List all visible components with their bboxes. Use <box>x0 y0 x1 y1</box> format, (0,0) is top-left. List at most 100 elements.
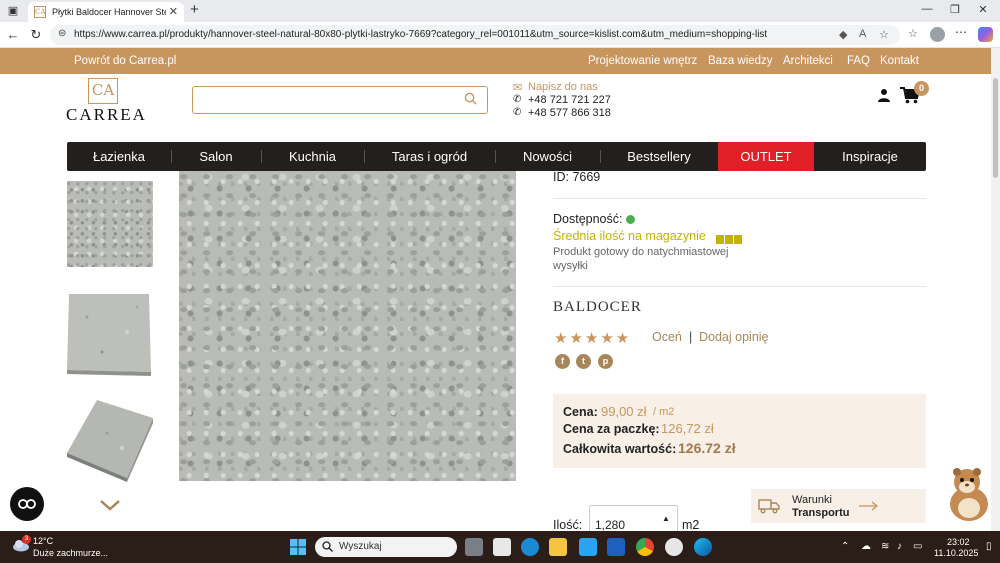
cart-count-badge: 0 <box>914 81 929 96</box>
rating-stars-icon[interactable]: ★★★★★ <box>554 329 631 347</box>
nav-new[interactable]: Nowości <box>495 142 600 171</box>
nav-terrace-garden[interactable]: Taras i ogród <box>364 142 495 171</box>
weather-badge: 3 <box>22 535 31 544</box>
increment-icon[interactable]: ▲ <box>662 514 670 523</box>
gallery-thumbnail-3[interactable] <box>67 398 153 484</box>
address-bar[interactable]: ⊜ https://www.carrea.pl/produkty/hannove… <box>50 25 900 45</box>
chrome-icon[interactable] <box>636 538 654 556</box>
mail-icon[interactable]: ✉ <box>513 81 522 94</box>
weather-temperature[interactable]: 12°C <box>33 536 53 546</box>
rate-link[interactable]: Oceń <box>652 330 682 344</box>
nav-bestsellers[interactable]: Bestsellery <box>600 142 718 171</box>
top-link-knowledge[interactable]: Baza wiedzy <box>708 55 773 67</box>
top-link-architects[interactable]: Architekci <box>783 55 833 67</box>
add-review-link[interactable]: Dodaj opinię <box>699 330 769 344</box>
stock-level-text: Średnia ilość na magazynie <box>553 229 706 243</box>
copilot-icon[interactable] <box>978 27 993 42</box>
taskbar-search-input[interactable]: Wyszukaj <box>315 537 457 557</box>
notifications-icon[interactable]: ▯ <box>986 541 992 552</box>
nav-bathroom[interactable]: Łazienka <box>67 142 171 171</box>
search-input[interactable] <box>192 86 488 114</box>
transport-terms-button[interactable]: Warunki Transportu <box>751 489 926 523</box>
nav-kitchen[interactable]: Kuchnia <box>261 142 364 171</box>
transport-line-1: Warunki <box>792 494 832 506</box>
phone-icon: ✆ <box>513 107 522 118</box>
address-bar-row: ← ↻ ⊜ https://www.carrea.pl/produkty/han… <box>0 22 1000 48</box>
top-link-design[interactable]: Projektowanie wnętrz <box>588 55 697 67</box>
ready-to-ship-text: Produkt gotowy do natychmiastowej wysyłk… <box>553 246 729 272</box>
availability-label: Dostępność: <box>553 212 623 226</box>
search-icon[interactable] <box>464 92 477 105</box>
top-link-faq[interactable]: FAQ <box>847 55 870 67</box>
rating-separator: | <box>689 330 693 344</box>
volume-icon[interactable]: ♪ <box>897 541 902 552</box>
product-main-image[interactable] <box>179 171 516 481</box>
site-info-icon[interactable]: ⊜ <box>58 28 66 39</box>
task-view-icon[interactable] <box>465 538 483 556</box>
favorites-bar-icon[interactable]: ☆ <box>908 27 918 40</box>
back-arrow-icon[interactable]: ← <box>5 27 21 42</box>
minimize-icon[interactable]: — <box>917 3 937 15</box>
onedrive-icon[interactable]: ☁ <box>861 541 871 552</box>
nav-inspirations[interactable]: Inspiracje <box>814 142 926 171</box>
total-value-label: Całkowita wartość: <box>563 442 677 456</box>
file-explorer-icon[interactable] <box>549 538 567 556</box>
weather-description[interactable]: Duże zachmurze... <box>33 548 108 558</box>
brand-name[interactable]: BALDOCER <box>553 299 642 316</box>
tab-close-icon[interactable]: ✕ <box>169 5 178 18</box>
scrollbar-thumb[interactable] <box>993 78 998 178</box>
logo-text[interactable]: CARREA <box>66 105 147 125</box>
back-to-carrea-link[interactable]: Powrót do Carrea.pl <box>74 55 176 67</box>
browser-tab-active[interactable]: CA Płytki Baldocer Hannover Steel Natura… <box>28 2 184 22</box>
pinterest-icon[interactable]: p <box>598 354 613 369</box>
store-icon[interactable] <box>493 538 511 556</box>
quantity-value[interactable]: 1,280 <box>595 518 625 531</box>
word-icon[interactable] <box>607 538 625 556</box>
chat-widget-button[interactable] <box>10 487 44 521</box>
gallery-thumbnail-1[interactable] <box>67 181 153 267</box>
stock-bar <box>734 235 742 244</box>
chatgpt-icon[interactable] <box>665 538 683 556</box>
pack-price-value: 126,72 zł <box>661 421 714 436</box>
phone-number-1[interactable]: +48 721 721 227 <box>528 94 611 106</box>
tag-icon[interactable]: ◆ <box>839 28 847 41</box>
windows-start-icon[interactable] <box>290 539 306 555</box>
edge-icon[interactable] <box>694 538 712 556</box>
nav-living-room[interactable]: Salon <box>171 142 261 171</box>
top-link-contact[interactable]: Kontakt <box>880 55 919 67</box>
phone-number-2[interactable]: +48 577 866 318 <box>528 107 611 119</box>
tray-chevron-icon[interactable]: ⌃ <box>841 541 849 552</box>
logo-mark-icon[interactable]: CA <box>88 78 118 104</box>
url-text[interactable]: https://www.carrea.pl/produkty/hannover-… <box>74 29 767 40</box>
write-to-us-link[interactable]: Napisz do nas <box>528 81 598 93</box>
app-icon[interactable] <box>579 538 597 556</box>
clock-date[interactable]: 11.10.2025 <box>934 548 978 558</box>
gallery-thumbnail-2[interactable] <box>67 292 153 378</box>
stock-bar <box>716 235 724 244</box>
favorite-star-icon[interactable]: ☆ <box>879 28 889 41</box>
pack-price-label: Cena za paczkę: <box>563 422 660 436</box>
chevron-down-icon[interactable] <box>99 498 121 512</box>
more-menu-icon[interactable]: ⋯ <box>955 25 967 39</box>
close-window-icon[interactable]: ✕ <box>973 3 993 16</box>
wifi-icon[interactable]: ≋ <box>881 541 889 552</box>
user-icon[interactable] <box>877 88 891 102</box>
maximize-icon[interactable]: ❐ <box>945 3 965 16</box>
divider <box>553 198 926 199</box>
reload-icon[interactable]: ↻ <box>28 27 44 43</box>
quantity-stepper[interactable]: 1,280 ▲ <box>589 505 678 531</box>
tab-actions-icon[interactable]: ▣ <box>6 4 20 18</box>
hamster-mascot-icon[interactable] <box>945 466 991 522</box>
facebook-icon[interactable]: f <box>555 354 570 369</box>
battery-icon[interactable]: ▭ <box>913 541 922 552</box>
twitter-icon[interactable]: t <box>576 354 591 369</box>
total-value: 126.72 zł <box>678 440 736 456</box>
page-scrollbar[interactable] <box>991 48 1000 531</box>
hp-icon[interactable] <box>521 538 539 556</box>
new-tab-icon[interactable]: + <box>190 1 199 18</box>
nav-outlet[interactable]: OUTLET <box>718 142 814 171</box>
clock-time[interactable]: 23:02 <box>947 537 970 547</box>
price-box: Cena: 99,00 zł / m2 Cena za paczkę: 126,… <box>553 394 926 468</box>
profile-avatar-icon[interactable] <box>930 27 945 42</box>
read-aloud-icon[interactable]: A <box>859 28 866 40</box>
